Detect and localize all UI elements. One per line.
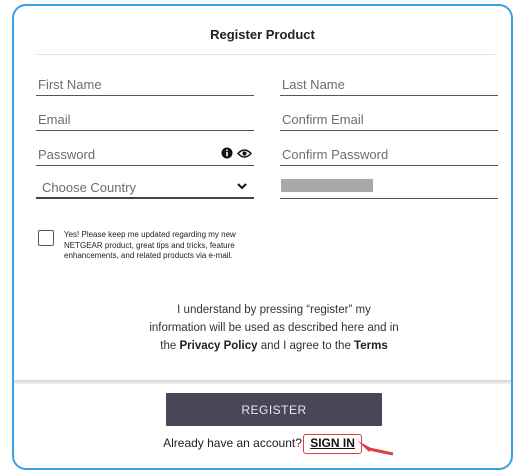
- chevron-down-icon: [237, 183, 247, 190]
- email-placeholder: Email: [38, 112, 71, 127]
- country-select[interactable]: Choose Country: [36, 179, 254, 199]
- show-password-eye-icon[interactable]: [237, 148, 252, 159]
- first-name-placeholder: First Name: [38, 77, 102, 92]
- already-have-account-text: Already have an account?: [163, 436, 302, 450]
- confirm-email-field[interactable]: Confirm Email: [280, 111, 498, 131]
- first-name-field[interactable]: First Name: [36, 76, 254, 96]
- confirm-password-field[interactable]: Confirm Password: [280, 146, 498, 166]
- legal-line-3: the Privacy Policy and I agree to the Te…: [114, 337, 434, 355]
- info-icon[interactable]: [221, 147, 233, 159]
- redacted-field[interactable]: [280, 179, 498, 199]
- legal-notice: I understand by pressing “register” my i…: [114, 301, 434, 355]
- last-name-field[interactable]: Last Name: [280, 76, 498, 96]
- privacy-policy-link[interactable]: Privacy Policy: [179, 340, 257, 352]
- password-placeholder: Password: [38, 147, 96, 162]
- last-name-placeholder: Last Name: [282, 77, 345, 92]
- register-card: Register Product First Name Last Name Em…: [12, 4, 513, 470]
- redacted-value: [281, 179, 373, 192]
- confirm-email-placeholder: Confirm Email: [282, 112, 364, 127]
- legal-line-2: information will be used as described he…: [149, 322, 399, 334]
- country-placeholder: Choose Country: [42, 180, 136, 195]
- email-field[interactable]: Email: [36, 111, 254, 131]
- terms-link[interactable]: Terms: [354, 340, 388, 352]
- legal-line-1: I understand by pressing “register” my: [177, 304, 371, 316]
- legal-line-3-mid: and I agree to the: [260, 340, 351, 352]
- legal-line-3-pre: the: [160, 340, 177, 352]
- page-title: Register Product: [210, 27, 315, 42]
- register-button[interactable]: REGISTER: [166, 393, 382, 426]
- sign-in-link[interactable]: SIGN IN: [303, 434, 362, 454]
- sign-in-prompt: Already have an account? SIGN IN: [14, 434, 511, 454]
- newsletter-checkbox[interactable]: [38, 230, 54, 246]
- newsletter-optin-text: Yes! Please keep me updated regarding my…: [64, 230, 236, 260]
- footer-divider: [14, 380, 511, 384]
- password-field[interactable]: Password: [36, 146, 254, 166]
- confirm-password-placeholder: Confirm Password: [282, 147, 389, 162]
- title-divider: [36, 54, 495, 55]
- pointer-arrow-icon: [358, 441, 394, 456]
